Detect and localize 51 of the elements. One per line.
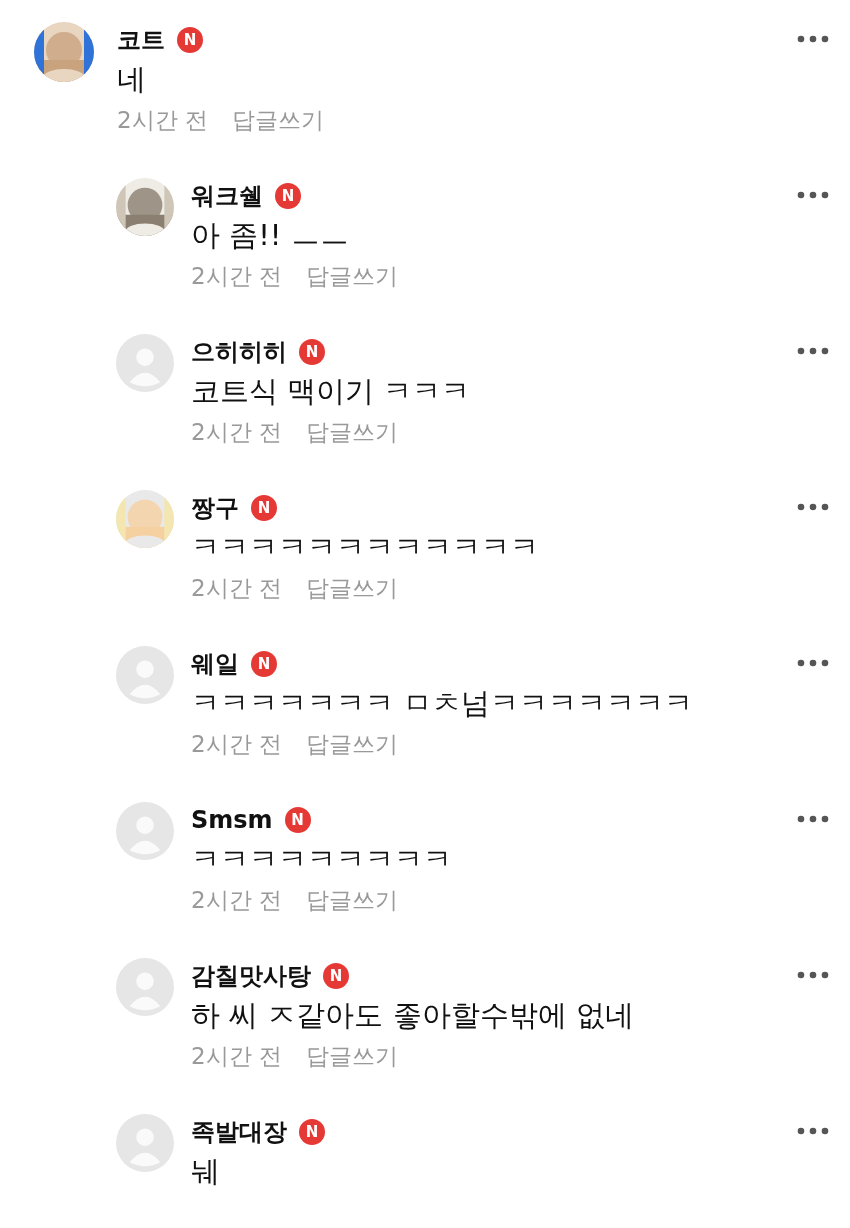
new-badge: N: [323, 963, 349, 989]
more-icon[interactable]: [796, 658, 830, 668]
reply-link[interactable]: 답글쓰기: [305, 568, 398, 608]
timestamp: 2시간 전: [191, 574, 282, 603]
user-name: 워크쉘: [191, 181, 263, 212]
comment-text: 하 씨 ㅈ같아도 좋아할수밖에 없네: [191, 997, 635, 1034]
timestamp: 2시간 전: [191, 262, 282, 291]
avatar-icon: [116, 334, 174, 392]
new-badge: N: [251, 651, 277, 677]
user-name: Smsm: [191, 806, 273, 834]
reply-link[interactable]: 답글쓰기: [305, 724, 398, 764]
more-icon[interactable]: [796, 346, 830, 356]
user-name: 족발대장: [191, 1117, 287, 1148]
more-icon[interactable]: [796, 1126, 830, 1136]
new-badge: N: [299, 339, 325, 365]
new-badge: N: [177, 27, 203, 53]
avatar-icon: [116, 802, 174, 860]
avatar-icon: [116, 958, 174, 1016]
comment-text: ㅋㅋㅋㅋㅋㅋㅋㅋㅋ: [191, 841, 453, 878]
timestamp: 2시간 전: [191, 886, 282, 915]
user-name: 코트: [117, 25, 165, 56]
avatar-icon: [116, 646, 174, 704]
new-badge: N: [299, 1119, 325, 1145]
comment-text: 코트식 맥이기 ㅋㅋㅋ: [191, 373, 472, 410]
comment-text: 아 좀!! ㅡㅡ: [191, 217, 350, 254]
more-icon[interactable]: [796, 814, 830, 824]
reply-link[interactable]: 답글쓰기: [305, 256, 398, 296]
user-name: 으히히히: [191, 337, 287, 368]
timestamp: 2시간 전: [191, 1042, 282, 1071]
more-icon[interactable]: [796, 190, 830, 200]
more-icon[interactable]: [796, 502, 830, 512]
comment-text: 눼: [191, 1153, 221, 1190]
comment-text: ㅋㅋㅋㅋㅋㅋㅋㅋㅋㅋㅋㅋ: [191, 529, 540, 566]
timestamp: 2시간 전: [191, 418, 282, 447]
more-icon[interactable]: [796, 34, 830, 44]
more-icon[interactable]: [796, 970, 830, 980]
avatar-icon: [116, 1114, 174, 1172]
reply-link[interactable]: 답글쓰기: [305, 412, 398, 452]
timestamp: 2시간 전: [117, 106, 208, 135]
timestamp: 2시간 전: [191, 730, 282, 759]
user-name: 감칠맛사탕: [191, 961, 311, 992]
new-badge: N: [284, 807, 311, 833]
reply-link[interactable]: 답글쓰기: [305, 1036, 398, 1076]
new-badge: N: [275, 183, 301, 209]
user-name: 웨일: [191, 649, 239, 680]
user-name: 짱구: [191, 493, 239, 524]
reply-link[interactable]: 답글쓰기: [231, 100, 324, 140]
comment-text: 네: [117, 61, 147, 98]
reply-link[interactable]: 답글쓰기: [305, 880, 398, 920]
new-badge: N: [251, 495, 277, 521]
comment-text: ㅋㅋㅋㅋㅋㅋㅋ ㅁㅊ넘ㅋㅋㅋㅋㅋㅋㅋ: [191, 685, 695, 722]
